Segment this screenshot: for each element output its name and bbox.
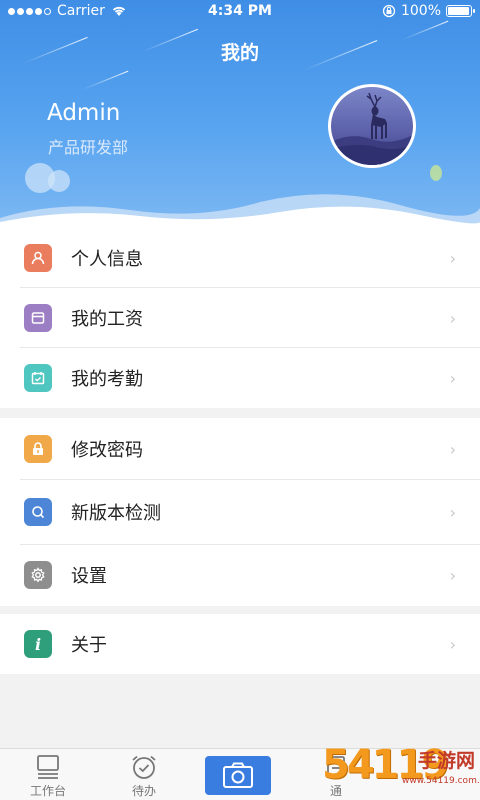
watermark-domain: www.54119.com.cn [402, 776, 480, 786]
chevron-right-icon: › [449, 634, 456, 654]
alarm-clock-icon [132, 755, 156, 779]
menu-group-profile: 个人信息 › 我的工资 › 我的考勤 › [0, 228, 480, 408]
user-icon [24, 244, 52, 272]
menu-item-label: 关于 [71, 635, 107, 656]
menu-item-label: 设置 [71, 566, 107, 587]
tab-workbench[interactable]: 工作台 [0, 749, 96, 800]
menu-item-label: 我的考勤 [71, 369, 143, 390]
deer-avatar-image [331, 92, 413, 165]
department-label: 产品研发部 [48, 138, 129, 157]
menu-item-settings[interactable]: 设置 › [0, 544, 480, 606]
decor-streak [81, 70, 129, 91]
avatar[interactable] [328, 84, 416, 168]
menu-item-label: 我的工资 [71, 309, 143, 330]
tab-bar: 工作台 待办 通 54119 手游网 www.54119.com.cn [0, 742, 480, 800]
battery-icon [446, 5, 475, 17]
wallet-icon [24, 304, 52, 332]
chevron-right-icon: › [449, 248, 456, 268]
chevron-right-icon: › [449, 439, 456, 459]
lock-icon [24, 435, 52, 463]
chevron-right-icon: › [449, 565, 456, 585]
menu-item-version-check[interactable]: 新版本检测 › [0, 480, 480, 544]
battery-percent: 100% [400, 3, 441, 19]
chevron-right-icon: › [449, 502, 456, 522]
menu-item-about[interactable]: i 关于 › [0, 614, 480, 674]
page-title: 我的 [220, 42, 259, 64]
rotation-lock-icon [382, 4, 396, 18]
workbench-icon [37, 755, 59, 779]
menu-item-label: 修改密码 [71, 440, 143, 461]
menu-item-attendance[interactable]: 我的考勤 › [0, 348, 480, 408]
decor-bubble [430, 165, 442, 181]
camera-button[interactable] [205, 756, 271, 795]
gear-icon [24, 561, 52, 589]
tab-todo[interactable]: 待办 [96, 749, 192, 800]
chevron-right-icon: › [449, 368, 456, 388]
info-icon: i [24, 630, 52, 658]
watermark-name: 手游网 [418, 750, 476, 772]
calendar-icon [24, 364, 52, 392]
menu-group-about: i 关于 › [0, 614, 480, 674]
site-watermark: 54119 手游网 www.54119.com.cn [320, 742, 480, 800]
header-wave [0, 194, 480, 230]
chevron-right-icon: › [449, 308, 456, 328]
profile-header: Carrier 4:34 PM 100% 我的 Admin 产品研发部 [0, 0, 480, 230]
search-icon [24, 498, 52, 526]
username: Admin [47, 100, 121, 126]
camera-icon [223, 762, 253, 788]
menu-item-salary[interactable]: 我的工资 › [0, 288, 480, 348]
tab-label: 待办 [131, 784, 156, 798]
menu-group-system: 修改密码 › 新版本检测 › 设置 › [0, 418, 480, 606]
menu-item-personal-info[interactable]: 个人信息 › [0, 228, 480, 288]
menu-item-change-password[interactable]: 修改密码 › [0, 418, 480, 480]
status-bar: Carrier 4:34 PM 100% [0, 0, 480, 24]
menu-item-label: 个人信息 [71, 249, 143, 270]
menu-item-label: 新版本检测 [71, 503, 161, 524]
tab-label: 工作台 [29, 784, 66, 798]
